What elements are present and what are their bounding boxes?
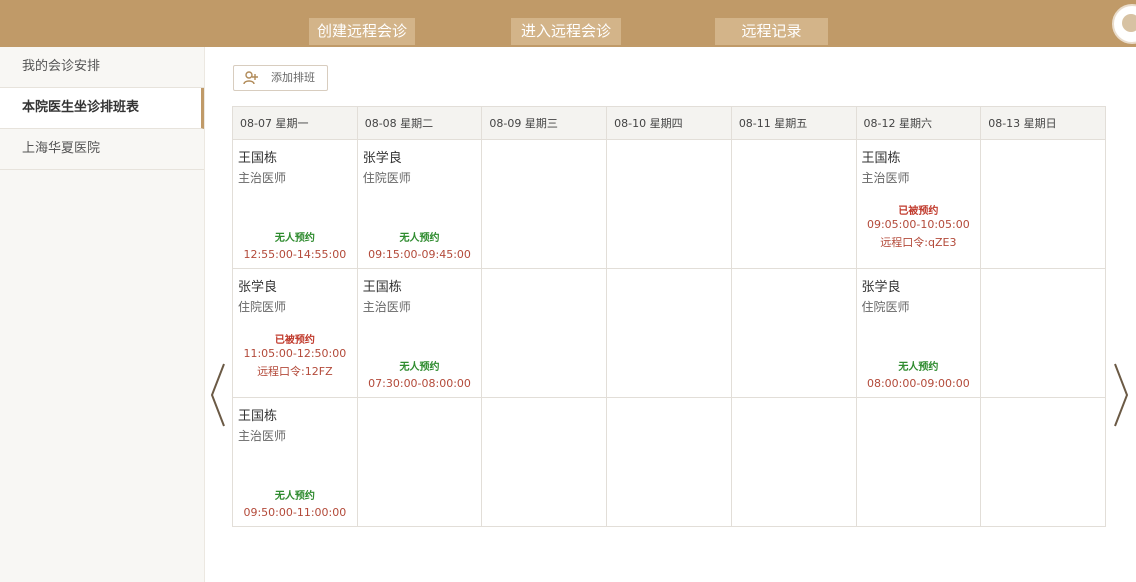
time-range: 11:05:00-12:50:00 — [243, 347, 347, 360]
sidebar-item-hospital[interactable]: 上海华夏医院 — [0, 129, 204, 170]
schedule-cell[interactable] — [606, 397, 732, 527]
status-label: 无人预约 — [274, 491, 315, 502]
status-label: 无人预约 — [898, 362, 939, 373]
status-label: 无人预约 — [399, 233, 440, 244]
schedule-cell[interactable] — [481, 268, 608, 398]
status-label: 无人预约 — [274, 233, 315, 244]
doctor-title: 住院医师 — [861, 300, 910, 314]
schedule-cell[interactable]: 王国栋 主治医师 无人预约 09:50:00-11:00:00 — [232, 397, 358, 527]
schedule-cell[interactable]: 张学良 住院医师 已被预约 11:05:00-12:50:00 远程口令:12F… — [232, 268, 358, 398]
status-label: 已被预约 — [898, 206, 939, 217]
sidebar-item-doctor-roster[interactable]: 本院医生坐诊排班表 — [0, 88, 204, 129]
add-schedule-label: 添加排班 — [271, 71, 315, 84]
schedule-cell[interactable] — [481, 397, 608, 527]
schedule-cell[interactable]: 张学良 住院医师 无人预约 08:00:00-09:00:00 — [855, 268, 982, 398]
doctor-title: 住院医师 — [362, 171, 411, 185]
schedule-cell[interactable] — [980, 139, 1106, 269]
doctor-title: 主治医师 — [861, 171, 910, 185]
doctor-name: 王国栋 — [861, 151, 901, 166]
schedule-cell[interactable] — [606, 139, 732, 269]
day-header: 08-12 星期六 — [855, 106, 982, 140]
doctor-title: 住院医师 — [238, 300, 287, 314]
schedule-cell[interactable] — [356, 397, 483, 527]
sidebar-item-my-schedule[interactable]: 我的会诊安排 — [0, 47, 204, 88]
day-header: 08-07 星期一 — [232, 106, 358, 140]
schedule-cell[interactable] — [730, 397, 857, 527]
next-week-chevron-right-icon[interactable] — [1111, 360, 1133, 430]
table-row: 张学良 住院医师 已被预约 11:05:00-12:50:00 远程口令:12F… — [232, 268, 1106, 398]
status-label: 无人预约 — [399, 362, 440, 373]
top-bar: 创建远程会诊 进入远程会诊 远程记录 — [0, 0, 1136, 47]
doctor-title: 主治医师 — [238, 171, 287, 185]
schedule-cell[interactable] — [730, 139, 857, 269]
add-user-icon — [243, 71, 258, 85]
tab-enter-consultation[interactable]: 进入远程会诊 — [511, 18, 621, 45]
doctor-name: 张学良 — [238, 280, 278, 295]
time-range: 12:55:00-14:55:00 — [243, 248, 347, 261]
table-row: 王国栋 主治医师 无人预约 09:50:00-11:00:00 — [232, 397, 1106, 527]
schedule-cell[interactable]: 王国栋 主治医师 已被预约 09:05:00-10:05:00 远程口令:qZE… — [855, 139, 982, 269]
schedule-table: 08-07 星期一 08-08 星期二 08-09 星期三 08-10 星期四 … — [232, 106, 1106, 527]
table-row: 王国栋 主治医师 无人预约 12:55:00-14:55:00 张学良 住院医师… — [232, 139, 1106, 269]
doctor-title: 主治医师 — [238, 429, 287, 443]
schedule-slot[interactable]: 王国栋 主治医师 无人预约 07:30:00-08:00:00 — [358, 269, 482, 397]
day-header: 08-10 星期四 — [606, 106, 732, 140]
tab-create-consultation[interactable]: 创建远程会诊 — [309, 18, 415, 45]
schedule-slot[interactable]: 王国栋 主治医师 已被预约 09:05:00-10:05:00 远程口令:qZE… — [857, 140, 981, 268]
add-schedule-button[interactable]: 添加排班 — [233, 65, 328, 91]
tab-remote-records[interactable]: 远程记录 — [715, 18, 828, 45]
doctor-name: 王国栋 — [362, 280, 402, 295]
schedule-slot[interactable]: 张学良 住院医师 无人预约 08:00:00-09:00:00 — [857, 269, 981, 397]
time-range: 09:05:00-10:05:00 — [866, 218, 970, 231]
schedule-cell[interactable] — [481, 139, 608, 269]
day-header: 08-11 星期五 — [730, 106, 857, 140]
schedule-slot[interactable]: 张学良 住院医师 无人预约 09:15:00-09:45:00 — [358, 140, 482, 268]
schedule-cell[interactable]: 王国栋 主治医师 无人预约 07:30:00-08:00:00 — [356, 268, 483, 398]
time-range: 08:00:00-09:00:00 — [866, 377, 970, 390]
day-header: 08-13 星期日 — [980, 106, 1106, 140]
schedule-cell[interactable] — [980, 397, 1106, 527]
schedule-cell[interactable] — [855, 397, 982, 527]
remote-code: 远程口令:12FZ — [257, 365, 333, 378]
prev-week-chevron-left-icon[interactable] — [206, 360, 228, 430]
status-label: 已被预约 — [274, 335, 315, 346]
user-avatar[interactable] — [1112, 4, 1136, 44]
schedule-cell[interactable] — [980, 268, 1106, 398]
schedule-cell[interactable] — [606, 268, 732, 398]
schedule-slot[interactable]: 王国栋 主治医师 无人预约 12:55:00-14:55:00 — [233, 140, 357, 268]
time-range: 07:30:00-08:00:00 — [368, 377, 471, 390]
schedule-cell[interactable]: 张学良 住院医师 无人预约 09:15:00-09:45:00 — [356, 139, 483, 269]
doctor-name: 王国栋 — [238, 409, 278, 424]
remote-code: 远程口令:qZE3 — [880, 236, 957, 249]
doctor-title: 主治医师 — [362, 300, 411, 314]
schedule-slot[interactable]: 王国栋 主治医师 无人预约 09:50:00-11:00:00 — [233, 398, 357, 526]
time-range: 09:50:00-11:00:00 — [243, 506, 347, 519]
sidebar: 我的会诊安排 本院医生坐诊排班表 上海华夏医院 — [0, 47, 205, 582]
schedule-slot[interactable]: 张学良 住院医师 已被预约 11:05:00-12:50:00 远程口令:12F… — [233, 269, 357, 397]
doctor-name: 张学良 — [362, 151, 402, 166]
schedule-header-row: 08-07 星期一 08-08 星期二 08-09 星期三 08-10 星期四 … — [232, 106, 1106, 140]
day-header: 08-08 星期二 — [356, 106, 483, 140]
doctor-name: 张学良 — [861, 280, 901, 295]
doctor-name: 王国栋 — [238, 151, 278, 166]
schedule-cell[interactable]: 王国栋 主治医师 无人预约 12:55:00-14:55:00 — [232, 139, 358, 269]
time-range: 09:15:00-09:45:00 — [368, 248, 471, 261]
schedule-cell[interactable] — [730, 268, 857, 398]
day-header: 08-09 星期三 — [481, 106, 608, 140]
